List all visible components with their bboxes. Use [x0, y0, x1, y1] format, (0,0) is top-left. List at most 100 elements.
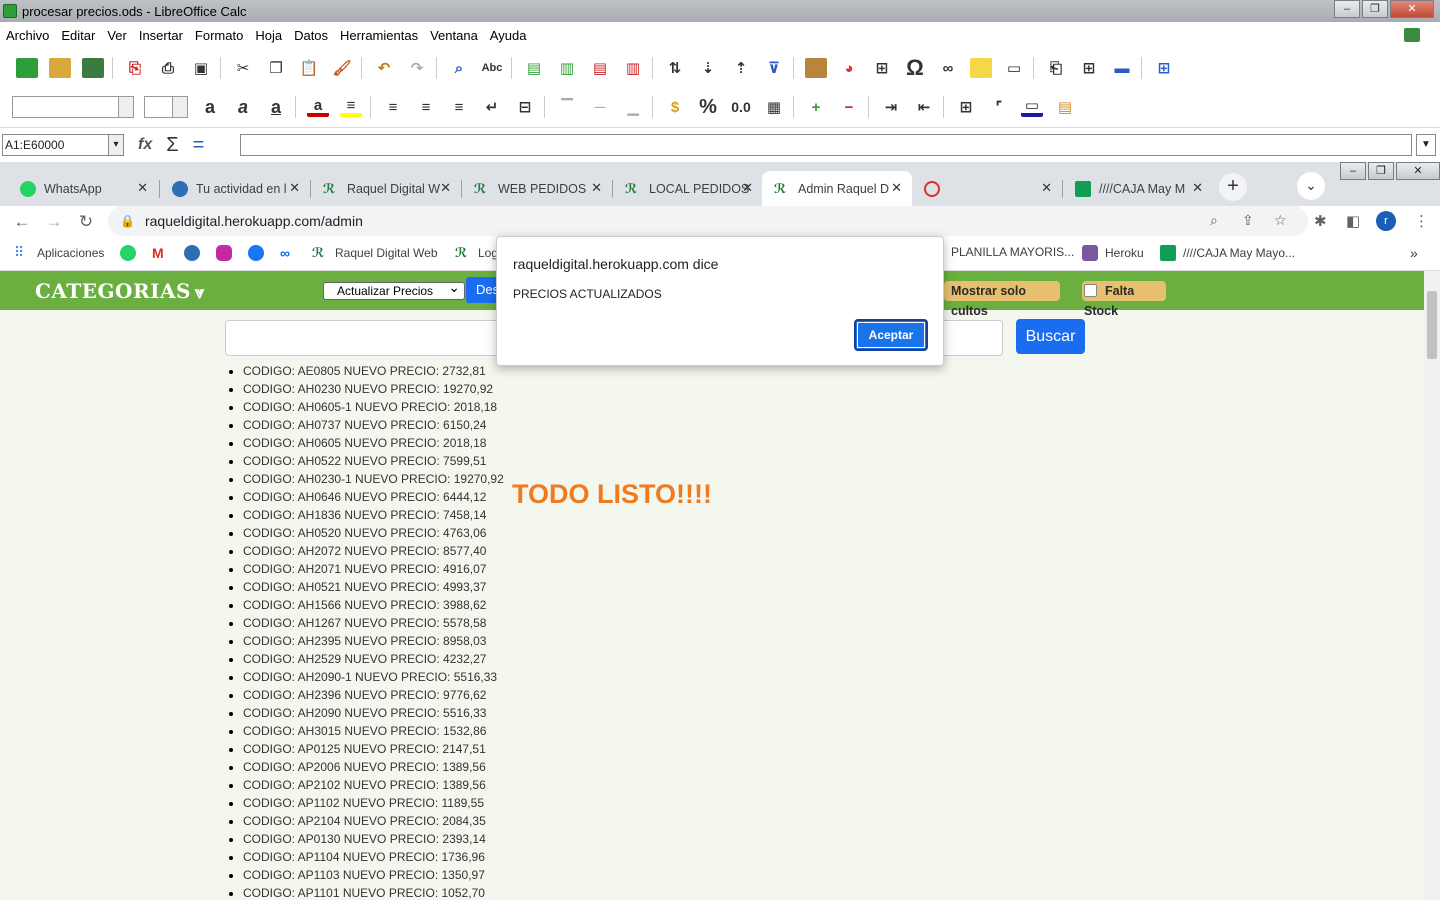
chrome-minimize-button[interactable]: – [1340, 162, 1366, 180]
menu-archivo[interactable]: Archivo [6, 28, 49, 43]
tab-search-button[interactable]: ⌄ [1297, 172, 1325, 200]
chrome-menu-icon[interactable]: ⋮ [1414, 212, 1429, 230]
insert-row-icon[interactable]: ▤ [523, 58, 545, 78]
undo-icon[interactable]: ↶ [373, 58, 395, 78]
back-icon[interactable]: ← [12, 212, 32, 232]
paste-icon[interactable]: 📋 [298, 58, 320, 78]
hyperlink-icon[interactable]: ∞ [937, 58, 959, 78]
tab-admin-raquel[interactable]: ℛ Admin Raquel D ✕ [762, 171, 912, 206]
insert-image-icon[interactable] [805, 58, 827, 78]
close-tab-icon[interactable]: ✕ [289, 180, 300, 196]
side-panel-icon[interactable]: ◧ [1346, 212, 1360, 230]
open-folder-icon[interactable] [49, 58, 71, 78]
tab-caja-may[interactable]: ////CAJA May M ✕ [1063, 171, 1213, 206]
forward-icon[interactable]: → [44, 212, 64, 232]
menu-ayuda[interactable]: Ayuda [490, 28, 527, 43]
sort-icon[interactable]: ⇅ [664, 58, 686, 78]
underline-icon[interactable]: a [265, 97, 287, 117]
menu-insertar[interactable]: Insertar [139, 28, 183, 43]
menu-ver[interactable]: Ver [107, 28, 127, 43]
italic-icon[interactable]: a [232, 97, 254, 117]
define-print-area-icon[interactable]: ⎗ [1045, 58, 1067, 78]
bookmark-mercadolibre[interactable] [184, 245, 207, 261]
formula-icon[interactable]: = [193, 134, 205, 157]
menu-formato[interactable]: Formato [195, 28, 243, 43]
align-top-icon[interactable]: ▔ [556, 97, 578, 117]
new-document-icon[interactable] [16, 58, 38, 78]
bookmark-gmail[interactable]: M [152, 245, 175, 261]
page-scrollbar[interactable] [1424, 271, 1440, 900]
chrome-close-button[interactable]: ✕ [1396, 162, 1440, 180]
redo-icon[interactable]: ↷ [406, 58, 428, 78]
tab-mercadolibre[interactable]: Tu actividad en l ✕ [160, 171, 310, 206]
headers-footers-icon[interactable]: ▭ [1003, 58, 1025, 78]
expand-formula-bar-icon[interactable]: ▼ [1416, 134, 1436, 156]
menu-ventana[interactable]: Ventana [430, 28, 478, 43]
tab-raquel-digital-web[interactable]: ℛ Raquel Digital W ✕ [311, 171, 461, 206]
bookmark-heroku[interactable]: Heroku [1082, 245, 1144, 261]
menu-editar[interactable]: Editar [61, 28, 95, 43]
close-button[interactable]: ✕ [1390, 0, 1434, 18]
menu-datos[interactable]: Datos [294, 28, 328, 43]
insert-chart-icon[interactable]: ◕ [838, 58, 860, 78]
borders-icon[interactable]: ⊞ [955, 97, 977, 117]
cut-icon[interactable]: ✂ [232, 58, 254, 78]
extensions-icon[interactable]: ✱ [1314, 212, 1327, 230]
decrease-indent-icon[interactable]: ⇤ [913, 97, 935, 117]
add-decimal-icon[interactable]: + [805, 97, 827, 117]
mostrar-solo-cultos-toggle[interactable]: Mostrar solo cultos [944, 281, 1060, 318]
pivot-table-icon[interactable]: ⊞ [871, 58, 893, 78]
bookmark-facebook[interactable] [248, 245, 271, 261]
categories-menu[interactable]: CATEGORIAS ⩔ [35, 279, 205, 303]
buscar-button[interactable]: Buscar [1016, 319, 1085, 354]
show-draw-functions-icon[interactable]: ⊞ [1153, 58, 1175, 78]
bookmark-log[interactable]: ℛ Log [455, 245, 498, 261]
bookmark-star-icon[interactable]: ☆ [1274, 212, 1287, 229]
date-format-icon[interactable]: ▦ [763, 97, 785, 117]
sum-icon[interactable]: Σ [166, 134, 178, 157]
merge-cells-icon[interactable]: ⊟ [514, 97, 536, 117]
close-tab-icon[interactable]: ✕ [137, 180, 148, 196]
tab-local-pedidos[interactable]: ℛ LOCAL PEDIDOS ✕ [613, 171, 763, 206]
comment-icon[interactable] [970, 58, 992, 78]
font-size-combo[interactable] [144, 96, 188, 118]
align-bottom-icon[interactable]: ▁ [622, 97, 644, 117]
copy-icon[interactable]: ❐ [265, 58, 287, 78]
bookmark-aplicaciones[interactable]: ⠿ Aplicaciones [14, 245, 104, 261]
save-icon[interactable] [82, 58, 104, 78]
background-color-icon[interactable]: ≡ [340, 97, 362, 117]
border-color-icon[interactable]: ▭ [1021, 97, 1043, 117]
url-text[interactable]: raqueldigital.herokuapp.com/admin [145, 213, 363, 229]
find-replace-icon[interactable]: ⌕ [448, 58, 470, 78]
delete-row-icon[interactable]: ▤ [589, 58, 611, 78]
menu-hoja[interactable]: Hoja [255, 28, 282, 43]
bookmark-meta[interactable]: ∞ [280, 245, 303, 261]
insert-column-icon[interactable]: ▥ [556, 58, 578, 78]
tab-whatsapp[interactable]: WhatsApp ✕ [8, 171, 158, 206]
close-tab-icon[interactable]: ✕ [591, 180, 602, 196]
update-available-icon[interactable] [1404, 28, 1420, 42]
falta-stock-toggle[interactable]: Falta Stock [1082, 281, 1166, 318]
freeze-rows-columns-icon[interactable]: ⊞ [1078, 58, 1100, 78]
omnibox[interactable]: 🔒 raqueldigital.herokuapp.com/admin ⌕ ⇪ … [108, 206, 1308, 236]
close-tab-icon[interactable]: ✕ [1041, 180, 1052, 196]
clone-formatting-icon[interactable]: 🖌 [331, 58, 353, 78]
wrap-text-icon[interactable]: ↵ [481, 97, 503, 117]
delete-decimal-icon[interactable]: − [838, 97, 860, 117]
font-color-icon[interactable]: a [307, 97, 329, 117]
zoom-icon[interactable]: ⌕ [1210, 212, 1218, 229]
align-center-icon[interactable]: ≡ [415, 97, 437, 117]
tab-web-pedidos[interactable]: ℛ WEB PEDIDOS ✕ [462, 171, 612, 206]
spelling-icon[interactable]: Abc [481, 58, 503, 78]
align-left-icon[interactable]: ≡ [382, 97, 404, 117]
formula-input[interactable] [240, 134, 1412, 156]
special-character-icon[interactable]: Ω [904, 55, 926, 80]
bold-icon[interactable]: a [199, 97, 221, 117]
menu-herramientas[interactable]: Herramientas [340, 28, 418, 43]
split-window-icon[interactable]: ▬ [1111, 58, 1133, 78]
number-format-icon[interactable]: 0.0 [730, 97, 752, 117]
close-tab-icon[interactable]: ✕ [1192, 180, 1203, 196]
align-middle-icon[interactable]: ─ [589, 97, 611, 117]
aceptar-button[interactable]: Aceptar [854, 319, 928, 351]
increase-indent-icon[interactable]: ⇥ [880, 97, 902, 117]
